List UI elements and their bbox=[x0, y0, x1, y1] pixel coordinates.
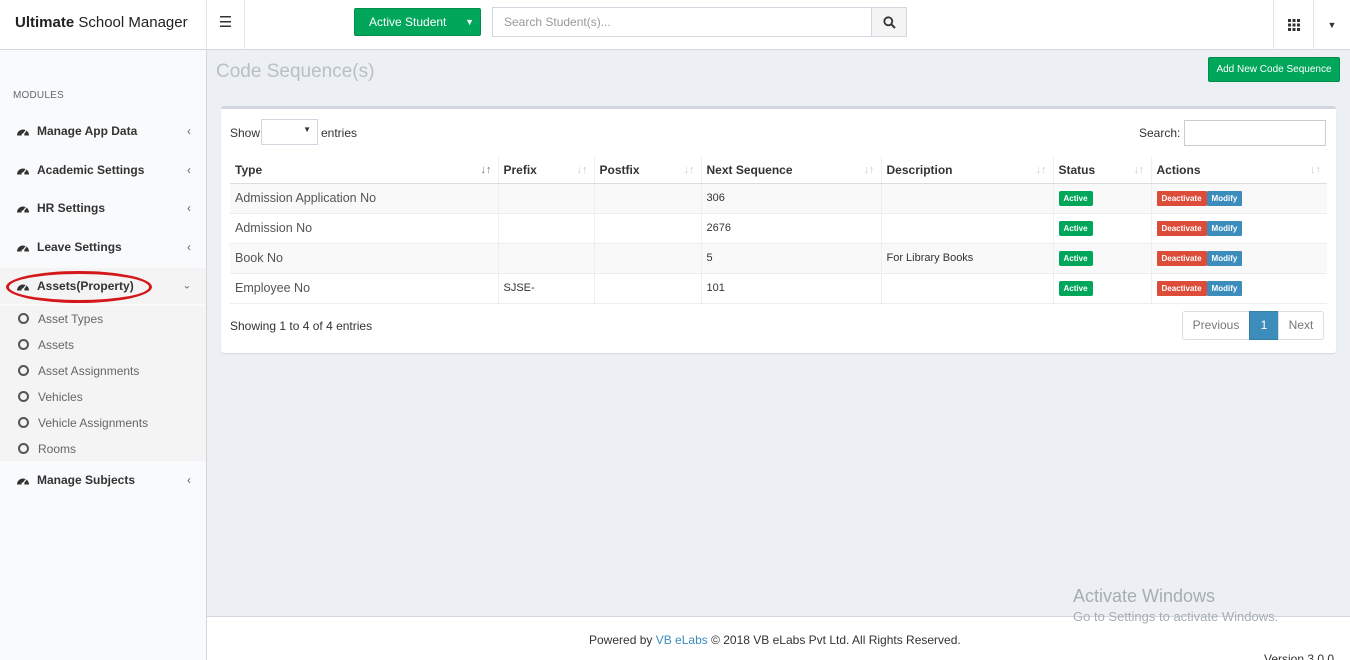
table-search-input[interactable] bbox=[1184, 120, 1326, 146]
dashboard-icon bbox=[17, 478, 29, 486]
windows-activation-watermark: Activate Windows Go to Settings to activ… bbox=[1073, 586, 1279, 624]
student-filter-dropdown[interactable]: Active Student ▼ bbox=[354, 8, 481, 36]
circle-icon bbox=[18, 339, 29, 350]
circle-icon bbox=[18, 391, 29, 402]
student-search bbox=[492, 7, 907, 37]
modify-button[interactable]: Modify bbox=[1206, 191, 1243, 206]
column-header-type[interactable]: Type ↓↑ bbox=[230, 157, 499, 184]
caret-down-icon: ▼ bbox=[465, 17, 474, 27]
grid-icon bbox=[1287, 19, 1300, 31]
sidebar-item-hr-settings[interactable]: HR Settings ‹ bbox=[0, 190, 206, 226]
sidebar-toggle-button[interactable]: ☰ bbox=[207, 0, 245, 50]
table-row: Admission No 2676 Active Deactivate Modif… bbox=[230, 212, 1327, 244]
pagination: Previous 1 Next bbox=[1182, 311, 1324, 340]
circle-icon bbox=[18, 313, 29, 324]
chevron-left-icon: ‹ bbox=[187, 201, 191, 215]
hamburger-icon: ☰ bbox=[218, 14, 233, 31]
table-search-label: Search: bbox=[1139, 126, 1181, 140]
sidebar-subitem-rooms[interactable]: Rooms bbox=[0, 436, 206, 462]
sidebar-subitem-asset-types[interactable]: Asset Types bbox=[0, 306, 206, 332]
entries-label: entries bbox=[321, 126, 358, 140]
table-row: Admission Application No 306 Active Deac… bbox=[230, 182, 1327, 214]
caret-down-icon: ▼ bbox=[303, 125, 311, 134]
sidebar-subitem-assets[interactable]: Assets bbox=[0, 332, 206, 358]
search-button[interactable] bbox=[872, 7, 907, 37]
apps-grid-button[interactable] bbox=[1273, 0, 1313, 50]
user-menu-button[interactable]: ▼ bbox=[1313, 0, 1350, 50]
sidebar-subitem-asset-assignments[interactable]: Asset Assignments bbox=[0, 358, 206, 384]
dashboard-icon bbox=[17, 206, 29, 214]
modify-button[interactable]: Modify bbox=[1206, 281, 1243, 296]
deactivate-button[interactable]: Deactivate bbox=[1156, 221, 1207, 236]
modify-button[interactable]: Modify bbox=[1206, 221, 1243, 236]
table-row: Employee No SJSE- 101 Active Deactivate M… bbox=[230, 272, 1327, 304]
circle-icon bbox=[18, 443, 29, 454]
sort-asc-icon: ↓↑ bbox=[480, 164, 492, 176]
deactivate-button[interactable]: Deactivate bbox=[1156, 191, 1207, 206]
version-label: Version 3.0.0 bbox=[1264, 652, 1335, 660]
column-header-status[interactable]: Status ↓↑ bbox=[1053, 157, 1152, 184]
add-code-sequence-button[interactable]: Add New Code Sequence bbox=[1208, 57, 1340, 82]
sort-icon: ↓↑ bbox=[1310, 164, 1321, 176]
sort-icon: ↓↑ bbox=[683, 164, 695, 176]
student-search-input[interactable] bbox=[492, 7, 872, 37]
code-sequence-table-box: Show ▼ entries Search: Type ↓↑ Prefix ↓↑ P… bbox=[221, 106, 1336, 353]
code-sequence-table: Type ↓↑ Prefix ↓↑ Postfix ↓↑ Next Sequence ↓… bbox=[230, 157, 1327, 304]
entries-length-select[interactable]: ▼ bbox=[261, 119, 318, 145]
sidebar-item-academic-settings[interactable]: Academic Settings ‹ bbox=[0, 152, 206, 188]
sort-icon: ↓↑ bbox=[1035, 164, 1047, 176]
status-badge: Active bbox=[1058, 281, 1093, 296]
chevron-left-icon: ‹ bbox=[187, 124, 191, 138]
chevron-left-icon: ‹ bbox=[187, 473, 191, 487]
table-info: Showing 1 to 4 of 4 entries bbox=[230, 319, 373, 333]
column-header-actions[interactable]: Actions ↓↑ bbox=[1151, 157, 1327, 184]
pagination-next[interactable]: Next bbox=[1278, 311, 1324, 340]
status-badge: Active bbox=[1058, 221, 1093, 236]
caret-down-icon: ▼ bbox=[1327, 20, 1337, 30]
top-header: Ultimate School Manager ☰ Active Student… bbox=[0, 0, 1350, 50]
circle-icon bbox=[18, 417, 29, 428]
pagination-previous[interactable]: Previous bbox=[1182, 311, 1250, 340]
sidebar-subitem-vehicle-assignments[interactable]: Vehicle Assignments bbox=[0, 410, 206, 436]
column-header-next-sequence[interactable]: Next Sequence ↓↑ bbox=[701, 157, 882, 184]
footer-vendor-link[interactable]: VB eLabs bbox=[656, 633, 708, 647]
dashboard-icon bbox=[17, 129, 29, 137]
table-header-row: Type ↓↑ Prefix ↓↑ Postfix ↓↑ Next Sequence ↓… bbox=[230, 157, 1327, 184]
column-header-description[interactable]: Description ↓↑ bbox=[881, 157, 1054, 184]
dashboard-icon bbox=[17, 168, 29, 176]
circle-icon bbox=[18, 365, 29, 376]
column-header-postfix[interactable]: Postfix ↓↑ bbox=[594, 157, 702, 184]
sidebar: MODULES Manage App Data ‹ Academic Setti… bbox=[0, 50, 207, 660]
status-badge: Active bbox=[1058, 251, 1093, 266]
footer-copyright: Powered by VB eLabs © 2018 VB eLabs Pvt … bbox=[589, 633, 961, 647]
chevron-left-icon: ‹ bbox=[187, 163, 191, 177]
chevron-down-icon: ⌄ bbox=[182, 280, 191, 292]
table-row: Book No 5 For Library Books Active Deact… bbox=[230, 242, 1327, 274]
modify-button[interactable]: Modify bbox=[1206, 251, 1243, 266]
assets-submenu: Asset Types Assets Asset Assignments Veh… bbox=[0, 306, 206, 461]
column-header-prefix[interactable]: Prefix ↓↑ bbox=[498, 157, 595, 184]
dashboard-icon bbox=[17, 245, 29, 253]
sidebar-item-manage-app-data[interactable]: Manage App Data ‹ bbox=[0, 113, 206, 149]
chevron-left-icon: ‹ bbox=[187, 240, 191, 254]
app-logo[interactable]: Ultimate School Manager bbox=[0, 0, 207, 50]
sort-icon: ↓↑ bbox=[1133, 164, 1145, 176]
deactivate-button[interactable]: Deactivate bbox=[1156, 251, 1207, 266]
sidebar-section-label: MODULES bbox=[13, 90, 64, 101]
show-label: Show bbox=[230, 126, 261, 140]
sort-icon: ↓↑ bbox=[863, 164, 875, 176]
search-icon bbox=[882, 15, 896, 29]
deactivate-button[interactable]: Deactivate bbox=[1156, 281, 1207, 296]
pagination-page-1[interactable]: 1 bbox=[1249, 311, 1279, 340]
sidebar-item-leave-settings[interactable]: Leave Settings ‹ bbox=[0, 229, 206, 265]
status-badge: Active bbox=[1058, 191, 1093, 206]
highlight-annotation-ellipse bbox=[6, 271, 152, 303]
sort-icon: ↓↑ bbox=[576, 164, 588, 176]
sidebar-subitem-vehicles[interactable]: Vehicles bbox=[0, 384, 206, 410]
page-title: Code Sequence(s) bbox=[216, 61, 375, 82]
sidebar-item-manage-subjects[interactable]: Manage Subjects ‹ bbox=[0, 462, 206, 498]
